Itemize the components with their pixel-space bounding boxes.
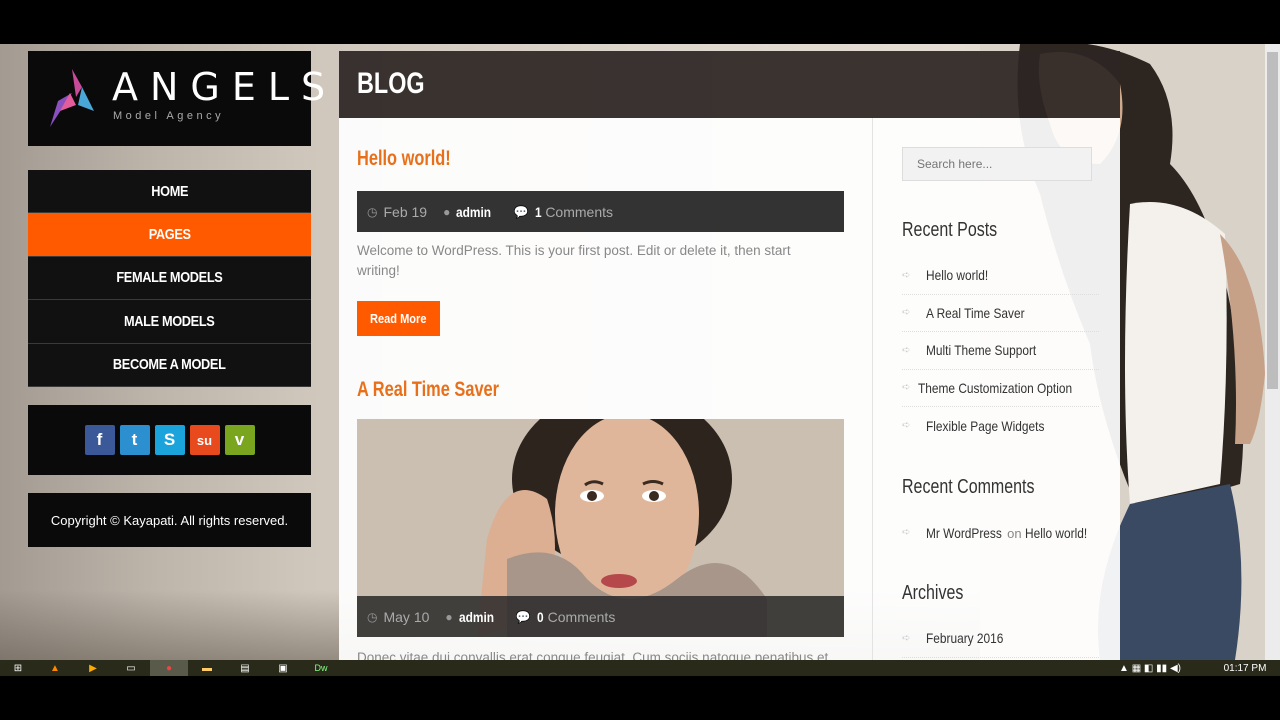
logo-name: ANGELS	[112, 65, 338, 109]
page-title: BLOG	[357, 67, 425, 100]
post-date: May 10	[383, 608, 430, 625]
notepad-icon[interactable]: ▤	[226, 660, 264, 676]
list-item-label: Hello world!	[926, 267, 989, 284]
nav-item-pages[interactable]: PAGES	[28, 213, 311, 257]
comment-on-text: on	[1007, 525, 1022, 541]
recent-comments-title: Recent Comments	[902, 476, 1035, 498]
recent-comments-list: ➪ Mr WordPress on Hello world!	[902, 514, 1099, 552]
main-navigation: HOME PAGES FEMALE MODELS MALE MODELS BEC…	[28, 170, 311, 387]
logo-box[interactable]: ANGELS Model Agency	[28, 51, 325, 146]
copyright-text: Copyright © Kayapati. All rights reserve…	[50, 512, 289, 528]
windows-taskbar: ⊞ ▲ ▶ ▭ ● ▬ ▤ ▣ Dw ▲ ▦ ◧ ▮▮ ◀) 01:17 PM	[0, 660, 1280, 676]
comment-icon: 💬	[515, 609, 531, 624]
nav-label: MALE MODELS	[124, 312, 215, 330]
list-item-label: Theme Customization Option	[917, 379, 1072, 396]
list-item[interactable]: ➪ Flexible Page Widgets	[902, 407, 1099, 445]
post-title[interactable]: Hello world!	[357, 147, 451, 171]
post-title[interactable]: A Real Time Saver	[357, 378, 499, 402]
list-item[interactable]: ➪ Multi Theme Support	[902, 332, 1099, 370]
angels-logo-icon	[50, 69, 94, 127]
list-item-label: Flexible Page Widgets	[926, 417, 1045, 434]
archives-list: ➪ February 2016	[902, 620, 1099, 658]
post-author[interactable]: admin	[459, 609, 494, 625]
post-featured-image[interactable]: ◷ May 10 ● admin 💬 0 Comments	[357, 419, 844, 637]
nav-item-become-a-model[interactable]: BECOME A MODEL	[28, 343, 311, 387]
nav-label: BECOME A MODEL	[113, 356, 226, 374]
read-more-label: Read More	[370, 311, 427, 326]
archives-title: Archives	[902, 582, 964, 604]
recent-posts-list: ➪ Hello world! ➪ A Real Time Saver ➪ Multi …	[902, 257, 1099, 445]
list-item[interactable]: ➪ Hello world!	[902, 257, 1099, 295]
list-item-label: Multi Theme Support	[926, 342, 1037, 359]
arrow-icon: ➪	[902, 632, 911, 644]
comment-icon: 💬	[513, 204, 529, 219]
page-header: BLOG	[339, 51, 1120, 118]
arrow-icon: ➪	[902, 344, 911, 356]
post-date: Feb 19	[383, 203, 428, 220]
media-player-icon[interactable]: ▶	[74, 660, 112, 676]
recent-posts-title: Recent Posts	[902, 219, 998, 241]
arrow-icon: ➪	[902, 527, 911, 539]
list-item[interactable]: ➪ Theme Customization Option	[902, 370, 1099, 407]
nav-item-male-models[interactable]: MALE MODELS	[28, 300, 311, 344]
user-icon: ●	[443, 204, 451, 219]
list-item-label: A Real Time Saver	[926, 304, 1025, 321]
post-excerpt: Donec vitae dui convallis erat congue fe…	[357, 650, 829, 660]
nav-label: FEMALE MODELS	[116, 269, 223, 287]
post-author[interactable]: admin	[456, 204, 491, 220]
arrow-icon: ➪	[902, 382, 911, 394]
clock-icon: ◷	[367, 204, 378, 219]
arrow-icon: ➪	[902, 269, 911, 281]
save-icon[interactable]: ▣	[264, 660, 302, 676]
arrow-icon: ➪	[902, 420, 911, 432]
logo-tagline: Model Agency	[113, 110, 225, 122]
scrollbar-thumb[interactable]	[1267, 52, 1278, 389]
nav-item-home[interactable]: HOME	[28, 170, 311, 214]
read-more-button[interactable]: Read More	[357, 301, 440, 336]
sidebar: Recent Posts ➪ Hello world! ➪ A Real Time …	[872, 118, 1120, 660]
search-input[interactable]	[902, 147, 1092, 181]
main-content: Hello world! ◷ Feb 19 ● admin 💬 1 Commen…	[339, 118, 1120, 660]
nav-item-female-models[interactable]: FEMALE MODELS	[28, 256, 311, 301]
arrow-icon: ➪	[902, 307, 911, 319]
post-meta: ◷ Feb 19 ● admin 💬 1 Comments	[357, 191, 844, 232]
list-item[interactable]: ➪ A Real Time Saver	[902, 295, 1099, 332]
post-excerpt: Welcome to WordPress. This is your first…	[357, 243, 791, 278]
list-item[interactable]: ➪ February 2016	[902, 620, 1099, 658]
nav-label: HOME	[151, 182, 188, 200]
keyboard-icon[interactable]: ▭	[112, 660, 150, 676]
user-icon: ●	[445, 609, 453, 624]
nav-label: PAGES	[148, 226, 191, 244]
twitter-icon[interactable]: t	[119, 425, 150, 455]
skype-icon[interactable]: S	[154, 425, 185, 455]
comments-label[interactable]: Comments	[545, 204, 613, 220]
system-tray[interactable]: ▲ ▦ ◧ ▮▮ ◀)	[1090, 660, 1210, 676]
post-meta: ◷ May 10 ● admin 💬 0 Comments	[357, 596, 844, 637]
copyright-box: Copyright © Kayapati. All rights reserve…	[28, 493, 311, 547]
chrome-icon[interactable]: ●	[150, 660, 188, 676]
comment-author[interactable]: Mr WordPress	[926, 525, 1002, 541]
comment-count[interactable]: 1	[535, 204, 542, 220]
comment-post-link[interactable]: Hello world!	[1025, 525, 1087, 541]
stumbleupon-icon[interactable]: su	[189, 425, 220, 455]
comment-count[interactable]: 0	[537, 609, 544, 625]
clock-icon: ◷	[367, 609, 378, 624]
vimeo-icon[interactable]: v	[224, 425, 255, 455]
taskbar-clock[interactable]: 01:17 PM	[1210, 660, 1280, 676]
windows-start-icon[interactable]: ⊞	[0, 660, 36, 676]
facebook-icon[interactable]: f	[84, 425, 115, 455]
vlc-icon[interactable]: ▲	[36, 660, 74, 676]
folder-icon[interactable]: ▬	[188, 660, 226, 676]
social-links: f t S su v	[28, 405, 311, 475]
list-item-label: February 2016	[926, 630, 1004, 647]
list-item: ➪ Mr WordPress on Hello world!	[902, 514, 1099, 552]
comments-label[interactable]: Comments	[548, 609, 616, 625]
dreamweaver-icon[interactable]: Dw	[302, 660, 340, 676]
